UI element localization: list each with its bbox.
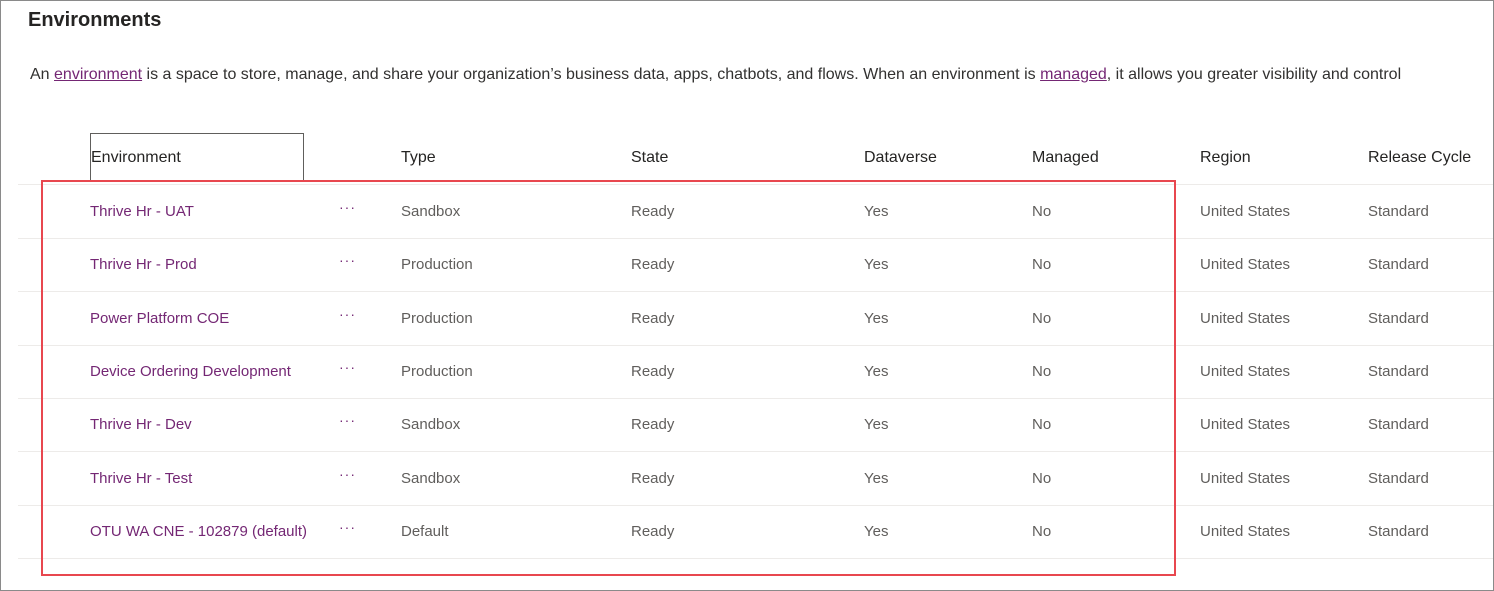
dataverse-cell: Yes	[864, 523, 889, 540]
dataverse-cell: Yes	[864, 310, 889, 327]
managed-cell: No	[1032, 523, 1052, 540]
managed-cell: No	[1032, 416, 1052, 433]
table-header: Environment Type State Dataverse Managed…	[18, 133, 1493, 185]
more-options-button[interactable]: ···	[339, 345, 356, 398]
region-cell: United States	[1200, 470, 1291, 487]
state-cell: Ready	[631, 523, 675, 540]
page-title: Environments	[28, 9, 162, 31]
release-cycle-cell: Standard	[1368, 203, 1429, 220]
release-cycle-cell: Standard	[1368, 523, 1429, 540]
column-header-environment[interactable]: Environment	[90, 133, 304, 181]
state-cell: Ready	[631, 256, 675, 273]
environment-name-link[interactable]: Thrive Hr - Test	[90, 452, 192, 505]
release-cycle-cell: Standard	[1368, 310, 1429, 327]
column-header-region[interactable]: Region	[1200, 133, 1251, 184]
state-cell: Ready	[631, 416, 675, 433]
type-cell: Production	[401, 310, 473, 327]
release-cycle-cell: Standard	[1368, 256, 1429, 273]
table-row[interactable]: Thrive Hr - UAT ··· Sandbox Ready Yes No Unite…	[18, 185, 1493, 239]
table-row[interactable]: OTU WA CNE - 102879 (default) ··· Default R…	[18, 505, 1493, 559]
description-text-2: is a space to store, manage, and share y…	[142, 66, 1041, 83]
column-header-dataverse[interactable]: Dataverse	[864, 133, 937, 184]
type-cell: Production	[401, 256, 473, 273]
release-cycle-cell: Standard	[1368, 416, 1429, 433]
region-cell: United States	[1200, 416, 1291, 433]
dataverse-cell: Yes	[864, 470, 889, 487]
more-options-button[interactable]: ···	[339, 185, 356, 238]
table-row[interactable]: Thrive Hr - Test ··· Sandbox Ready Yes No Unit…	[18, 452, 1493, 506]
managed-link[interactable]: managed	[1040, 66, 1107, 83]
managed-cell: No	[1032, 310, 1052, 327]
dataverse-cell: Yes	[864, 416, 889, 433]
more-options-button[interactable]: ···	[339, 505, 356, 558]
environment-name-link[interactable]: OTU WA CNE - 102879 (default)	[90, 505, 307, 558]
release-cycle-cell: Standard	[1368, 363, 1429, 380]
region-cell: United States	[1200, 310, 1291, 327]
environment-name-link[interactable]: Power Platform COE	[90, 292, 229, 345]
managed-cell: No	[1032, 203, 1052, 220]
dataverse-cell: Yes	[864, 363, 889, 380]
region-cell: United States	[1200, 203, 1291, 220]
table-row[interactable]: Thrive Hr - Dev ··· Sandbox Ready Yes No Unite…	[18, 398, 1493, 452]
managed-cell: No	[1032, 363, 1052, 380]
dataverse-cell: Yes	[864, 203, 889, 220]
page-description: An environment is a space to store, mana…	[30, 64, 1401, 86]
type-cell: Production	[401, 363, 473, 380]
more-options-button[interactable]: ···	[339, 238, 356, 291]
table-row[interactable]: Device Ordering Development ··· Production…	[18, 345, 1493, 399]
column-header-release-cycle[interactable]: Release Cycle	[1368, 133, 1471, 184]
more-options-button[interactable]: ···	[339, 452, 356, 505]
state-cell: Ready	[631, 203, 675, 220]
column-header-state[interactable]: State	[631, 133, 668, 184]
managed-cell: No	[1032, 470, 1052, 487]
region-cell: United States	[1200, 363, 1291, 380]
state-cell: Ready	[631, 470, 675, 487]
managed-cell: No	[1032, 256, 1052, 273]
environment-name-link[interactable]: Thrive Hr - Prod	[90, 238, 197, 291]
more-options-button[interactable]: ···	[339, 292, 356, 345]
environments-page: Environments An environment is a space t…	[0, 0, 1494, 591]
state-cell: Ready	[631, 363, 675, 380]
dataverse-cell: Yes	[864, 256, 889, 273]
type-cell: Sandbox	[401, 470, 461, 487]
environment-link[interactable]: environment	[54, 66, 142, 83]
environment-name-link[interactable]: Thrive Hr - UAT	[90, 185, 194, 238]
release-cycle-cell: Standard	[1368, 470, 1429, 487]
environment-name-link[interactable]: Thrive Hr - Dev	[90, 398, 192, 451]
description-text-1: An	[30, 66, 55, 83]
type-cell: Default	[401, 523, 449, 540]
environment-name-link[interactable]: Device Ordering Development	[90, 345, 291, 398]
type-cell: Sandbox	[401, 416, 461, 433]
type-cell: Sandbox	[401, 203, 461, 220]
region-cell: United States	[1200, 256, 1291, 273]
table-row[interactable]: Power Platform COE ··· Production Ready Yes N…	[18, 292, 1493, 346]
region-cell: United States	[1200, 523, 1291, 540]
description-text-3: , it allows you greater visibility and c…	[1106, 66, 1402, 83]
column-header-managed[interactable]: Managed	[1032, 133, 1099, 184]
state-cell: Ready	[631, 310, 675, 327]
table-row[interactable]: Thrive Hr - Prod ··· Production Ready Yes No U…	[18, 238, 1493, 292]
more-options-button[interactable]: ···	[339, 398, 356, 451]
column-header-type[interactable]: Type	[401, 133, 436, 184]
